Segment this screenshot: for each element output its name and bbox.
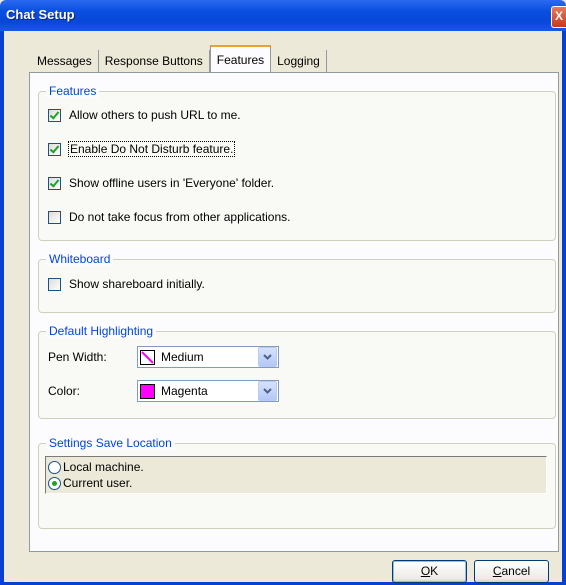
show-offline-users-checkbox[interactable] — [48, 176, 61, 190]
pen-width-value: Medium — [161, 350, 204, 364]
tab-strip: Messages Response Buttons Features Loggi… — [31, 45, 327, 73]
show-offline-users-option[interactable]: Show offline users in 'Everyone' folder. — [48, 176, 274, 190]
ok-label-rest: K — [430, 564, 439, 578]
ok-button[interactable]: OK — [392, 560, 467, 583]
show-shareboard-label: Show shareboard initially. — [69, 277, 205, 291]
whiteboard-group: Whiteboard Show shareboard initially. — [38, 252, 556, 313]
local-machine-radio[interactable] — [48, 460, 61, 474]
do-not-disturb-checkbox[interactable] — [48, 142, 61, 156]
current-user-radio[interactable] — [48, 476, 61, 490]
pen-width-select[interactable]: Medium — [137, 346, 279, 368]
do-not-disturb-label: Enable Do Not Disturb feature. — [67, 141, 236, 157]
local-machine-option[interactable]: Local machine. — [48, 460, 144, 474]
allow-push-url-label: Allow others to push URL to me. — [69, 108, 241, 122]
tab-response-buttons[interactable]: Response Buttons — [99, 50, 210, 72]
save-location-group: Settings Save Location Local machine. Cu… — [38, 436, 556, 529]
local-machine-label: Local machine. — [63, 460, 144, 474]
show-shareboard-option[interactable]: Show shareboard initially. — [48, 277, 205, 291]
tab-logging[interactable]: Logging — [271, 50, 327, 72]
cancel-label-rest: ancel — [501, 564, 531, 578]
highlighting-group-label: Default Highlighting — [46, 324, 157, 338]
show-offline-users-label: Show offline users in 'Everyone' folder. — [69, 176, 275, 190]
cancel-button[interactable]: Cancel — [474, 560, 549, 583]
no-focus-steal-label: Do not take focus from other application… — [69, 210, 291, 224]
tab-features[interactable]: Features — [209, 45, 272, 73]
features-tab-panel: Features Allow others to push URL to me.… — [29, 72, 559, 552]
ok-mnemonic: O — [420, 564, 431, 578]
allow-push-url-checkbox[interactable] — [48, 108, 61, 122]
show-shareboard-checkbox[interactable] — [48, 277, 61, 291]
whiteboard-group-label: Whiteboard — [46, 252, 114, 266]
save-location-radio-box: Local machine. Current user. — [45, 456, 547, 494]
allow-push-url-option[interactable]: Allow others to push URL to me. — [48, 108, 241, 122]
title-bar[interactable]: Chat Setup X — [0, 0, 566, 31]
pen-width-label: Pen Width: — [48, 350, 107, 364]
no-focus-steal-checkbox[interactable] — [48, 210, 61, 224]
features-group: Features Allow others to push URL to me.… — [38, 84, 556, 241]
color-label: Color: — [48, 384, 81, 398]
save-location-group-label: Settings Save Location — [46, 436, 175, 450]
tab-messages[interactable]: Messages — [31, 50, 99, 72]
color-chevron-down-icon[interactable] — [258, 381, 277, 401]
pen-width-swatch-icon — [140, 349, 155, 365]
current-user-option[interactable]: Current user. — [48, 476, 132, 490]
features-group-label: Features — [46, 84, 100, 98]
color-swatch-icon — [140, 383, 155, 399]
close-button[interactable]: X — [551, 6, 566, 28]
color-value: Magenta — [161, 384, 208, 398]
window-title: Chat Setup — [6, 7, 75, 22]
do-not-disturb-option[interactable]: Enable Do Not Disturb feature. — [48, 141, 236, 157]
no-focus-steal-option[interactable]: Do not take focus from other application… — [48, 210, 290, 224]
window-frame-right — [562, 31, 566, 585]
window-frame-left — [0, 31, 4, 585]
color-select[interactable]: Magenta — [137, 380, 279, 402]
current-user-label: Current user. — [63, 476, 133, 490]
highlighting-group: Default Highlighting Pen Width: Medium C… — [38, 324, 556, 419]
pen-width-chevron-down-icon[interactable] — [258, 347, 277, 367]
